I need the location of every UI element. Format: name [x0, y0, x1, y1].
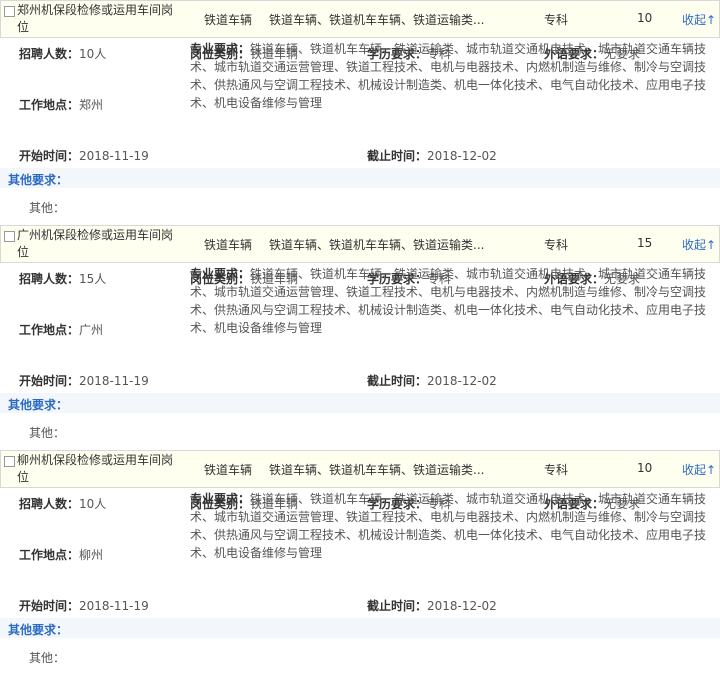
location-value: 郑州	[79, 98, 104, 112]
collapse-link[interactable]: 收起↑	[682, 461, 716, 478]
job-education: 专科	[544, 463, 569, 477]
location-value: 柳州	[79, 548, 104, 562]
other-requirements-label: 其他要求：	[8, 623, 69, 637]
hire-count-label: 招聘人数：	[19, 47, 80, 61]
job-count: 10	[637, 461, 653, 475]
hire-count-field: 招聘人数：10人	[19, 45, 106, 62]
select-checkbox[interactable]	[4, 456, 15, 467]
other-field: 其他：	[29, 199, 65, 216]
job-list: 郑州机保段检修或运用车间岗位 铁道车辆 铁道车辆、铁道机车车辆、铁道运输类 专科…	[0, 0, 720, 675]
major-field: 专业要求：铁道车辆、铁道机车车辆、铁道运输类、城市轨道交通机电技术、城市轨道交通…	[190, 490, 710, 562]
hire-count-label: 招聘人数：	[19, 272, 80, 286]
hire-count-value: 15人	[79, 272, 107, 286]
job-education: 专科	[544, 13, 569, 27]
major-label: 专业要求：	[190, 42, 251, 56]
select-checkbox[interactable]	[4, 6, 15, 17]
job-header-row: 柳州机保段检修或运用车间岗位 铁道车辆 铁道车辆、铁道机车车辆、铁道运输类 专科…	[0, 450, 720, 488]
other-requirements-bar: 其他要求：	[0, 168, 720, 188]
end-value: 2018-12-02	[427, 149, 497, 163]
other-requirements-bar: 其他要求：	[0, 618, 720, 638]
job-count: 10	[637, 11, 653, 25]
job-category: 铁道车辆	[204, 238, 253, 252]
end-value: 2018-12-02	[427, 599, 497, 613]
major-field: 专业要求：铁道车辆、铁道机车车辆、铁道运输类、城市轨道交通机电技术、城市轨道交通…	[190, 265, 710, 337]
major-field: 专业要求：铁道车辆、铁道机车车辆、铁道运输类、城市轨道交通机电技术、城市轨道交通…	[190, 40, 710, 112]
job-header-row: 广州机保段检修或运用车间岗位 铁道车辆 铁道车辆、铁道机车车辆、铁道运输类 专科…	[0, 225, 720, 263]
job-major-summary: 铁道车辆、铁道机车车辆、铁道运输类	[269, 11, 484, 28]
other-field: 其他：	[29, 424, 65, 441]
select-checkbox[interactable]	[4, 231, 15, 242]
end-field: 截止时间：2018-12-02	[367, 147, 497, 164]
job-title[interactable]: 郑州机保段检修或运用车间岗位	[17, 2, 177, 36]
location-label: 工作地点：	[19, 98, 80, 112]
location-label: 工作地点：	[19, 323, 80, 337]
job-header-row: 郑州机保段检修或运用车间岗位 铁道车辆 铁道车辆、铁道机车车辆、铁道运输类 专科…	[0, 0, 720, 38]
other-requirements-label: 其他要求：	[8, 173, 69, 187]
collapse-link[interactable]: 收起↑	[682, 11, 716, 28]
location-field: 工作地点：广州	[19, 321, 103, 338]
start-label: 开始时间：	[19, 599, 80, 613]
other-field: 其他：	[29, 649, 65, 666]
job-count: 15	[637, 236, 653, 250]
other-label: 其他：	[29, 651, 66, 665]
collapse-link[interactable]: 收起↑	[682, 236, 716, 253]
start-value: 2018-11-19	[79, 599, 149, 613]
hire-count-value: 10人	[79, 497, 107, 511]
job-item: 柳州机保段检修或运用车间岗位 铁道车辆 铁道车辆、铁道机车车辆、铁道运输类 专科…	[0, 450, 720, 675]
job-title[interactable]: 广州机保段检修或运用车间岗位	[17, 227, 177, 261]
major-value: 铁道车辆、铁道机车车辆、铁道运输类、城市轨道交通机电技术、城市轨道交通车辆技术、…	[190, 492, 707, 560]
end-field: 截止时间：2018-12-02	[367, 372, 497, 389]
end-label: 截止时间：	[367, 149, 428, 163]
major-value: 铁道车辆、铁道机车车辆、铁道运输类、城市轨道交通机电技术、城市轨道交通车辆技术、…	[190, 42, 707, 110]
other-requirements-bar: 其他要求：	[0, 393, 720, 413]
location-field: 工作地点：郑州	[19, 96, 103, 113]
job-major-summary: 铁道车辆、铁道机车车辆、铁道运输类	[269, 461, 484, 478]
job-education: 专科	[544, 238, 569, 252]
hire-count-field: 招聘人数：10人	[19, 495, 106, 512]
job-category: 铁道车辆	[204, 463, 253, 477]
major-value: 铁道车辆、铁道机车车辆、铁道运输类、城市轨道交通机电技术、城市轨道交通车辆技术、…	[190, 267, 707, 335]
other-label: 其他：	[29, 201, 66, 215]
start-value: 2018-11-19	[79, 374, 149, 388]
job-item: 郑州机保段检修或运用车间岗位 铁道车辆 铁道车辆、铁道机车车辆、铁道运输类 专科…	[0, 0, 720, 225]
hire-count-field: 招聘人数：15人	[19, 270, 106, 287]
end-field: 截止时间：2018-12-02	[367, 597, 497, 614]
end-label: 截止时间：	[367, 374, 428, 388]
other-requirements-label: 其他要求：	[8, 398, 69, 412]
end-value: 2018-12-02	[427, 374, 497, 388]
major-label: 专业要求：	[190, 267, 251, 281]
location-label: 工作地点：	[19, 548, 80, 562]
start-field: 开始时间：2018-11-19	[19, 597, 149, 614]
location-value: 广州	[79, 323, 104, 337]
start-field: 开始时间：2018-11-19	[19, 147, 149, 164]
major-label: 专业要求：	[190, 492, 251, 506]
start-value: 2018-11-19	[79, 149, 149, 163]
job-category: 铁道车辆	[204, 13, 253, 27]
start-field: 开始时间：2018-11-19	[19, 372, 149, 389]
start-label: 开始时间：	[19, 149, 80, 163]
hire-count-label: 招聘人数：	[19, 497, 80, 511]
location-field: 工作地点：柳州	[19, 546, 103, 563]
job-item: 广州机保段检修或运用车间岗位 铁道车辆 铁道车辆、铁道机车车辆、铁道运输类 专科…	[0, 225, 720, 450]
other-label: 其他：	[29, 426, 66, 440]
job-title[interactable]: 柳州机保段检修或运用车间岗位	[17, 452, 177, 486]
start-label: 开始时间：	[19, 374, 80, 388]
job-major-summary: 铁道车辆、铁道机车车辆、铁道运输类	[269, 236, 484, 253]
end-label: 截止时间：	[367, 599, 428, 613]
hire-count-value: 10人	[79, 47, 107, 61]
